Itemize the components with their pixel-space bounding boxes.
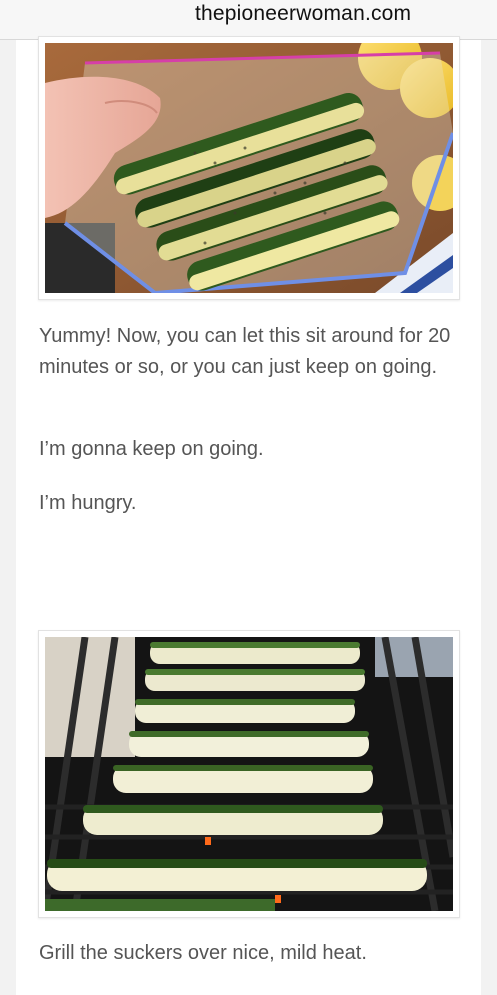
photo-caption: Grill the suckers over nice, mild heat. bbox=[39, 942, 367, 964]
zucchini-in-bag-photo bbox=[45, 43, 453, 293]
article-page: Yummy! Now, you can let this sit around … bbox=[16, 36, 481, 995]
paragraph-3: I’m hungry. bbox=[39, 492, 137, 514]
bag-photo-frame bbox=[38, 36, 460, 300]
paragraph-1: Yummy! Now, you can let this sit around … bbox=[39, 325, 451, 378]
grill-photo-frame bbox=[38, 630, 460, 918]
paragraph-2: I’m gonna keep on going. bbox=[39, 438, 264, 460]
zucchini-on-grill-photo bbox=[45, 637, 453, 911]
url-text[interactable]: thepioneerwoman.com bbox=[195, 2, 411, 26]
browser-url-bar[interactable]: thepioneerwoman.com bbox=[0, 0, 497, 40]
